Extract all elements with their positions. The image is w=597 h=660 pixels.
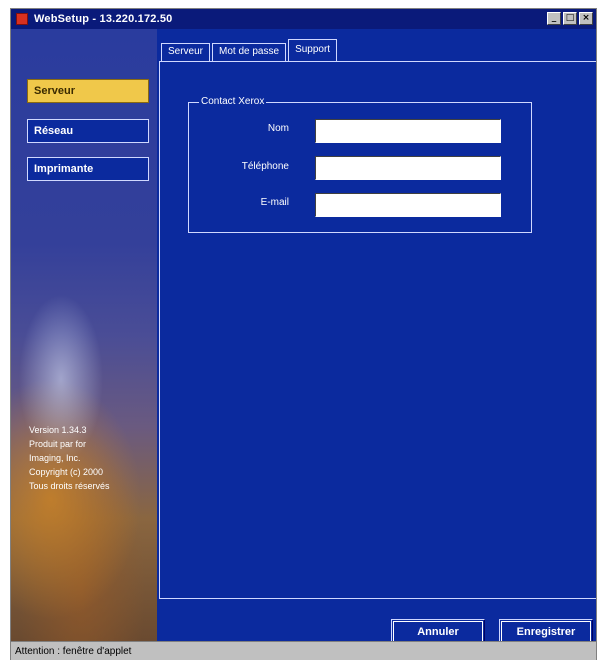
tab-mot-de-passe[interactable]: Mot de passe	[212, 43, 287, 61]
minimize-button[interactable]: _	[547, 12, 561, 25]
about-line: Produit par for	[29, 439, 87, 449]
client-area: Serveur Réseau Imprimante Version 1.34.3…	[11, 29, 596, 641]
email-field[interactable]	[315, 193, 501, 217]
sidebar-item-imprimante[interactable]: Imprimante	[27, 157, 149, 181]
sidebar-item-serveur[interactable]: Serveur	[27, 79, 149, 103]
cancel-button[interactable]: Annuler	[391, 619, 485, 641]
support-panel: Contact Xerox Nom Téléphone E-mail	[159, 61, 596, 599]
sidebar: Serveur Réseau Imprimante Version 1.34.3…	[11, 29, 157, 641]
contact-group: Contact Xerox Nom Téléphone E-mail	[188, 96, 532, 233]
tab-serveur[interactable]: Serveur	[161, 43, 211, 61]
about-line: Tous droits réservés	[29, 481, 110, 491]
name-field[interactable]	[315, 119, 501, 143]
about-line: Imaging, Inc.	[29, 453, 81, 463]
close-button[interactable]: ×	[579, 12, 593, 25]
about-line: Version 1.34.3	[29, 425, 87, 435]
title-bar[interactable]: WebSetup - 13.220.172.50 _ □ ×	[11, 9, 596, 29]
contact-group-legend: Contact Xerox	[199, 96, 267, 108]
maximize-button[interactable]: □	[563, 12, 577, 25]
app-icon	[16, 13, 28, 25]
email-label: E-mail	[260, 197, 289, 208]
name-label: Nom	[267, 123, 289, 134]
save-button[interactable]: Enregistrer	[499, 619, 593, 641]
app-window: WebSetup - 13.220.172.50 _ □ × Serveur R…	[10, 8, 597, 660]
window-title: WebSetup - 13.220.172.50	[34, 13, 173, 25]
window-controls: _ □ ×	[547, 12, 593, 25]
phone-label: Téléphone	[241, 161, 289, 172]
about-line: Copyright (c) 2000	[29, 467, 104, 477]
status-bar: Attention : fenêtre d'applet	[11, 641, 596, 660]
about-text: Version 1.34.3 Produit par for Imaging, …	[29, 423, 110, 493]
phone-field[interactable]	[315, 156, 501, 180]
tab-bar: Serveur Mot de passe Support	[161, 39, 339, 61]
tab-support[interactable]: Support	[288, 39, 338, 61]
sidebar-item-reseau[interactable]: Réseau	[27, 119, 149, 143]
